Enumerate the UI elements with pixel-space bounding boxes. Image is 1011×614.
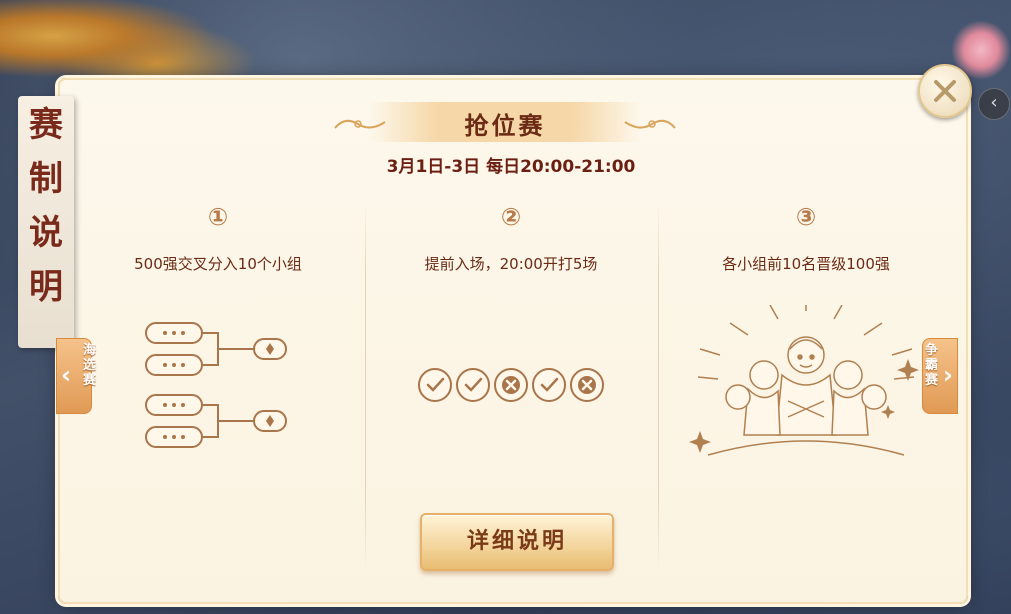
step-description: 500强交叉分入10个小组 [134,255,302,273]
step-number: ③ [795,203,817,231]
next-stage-tab[interactable]: 争霸赛 › [922,338,958,414]
detail-button[interactable]: 详细说明 [420,513,614,571]
side-title-char: 赛 [29,105,63,145]
background-flame-decoration [0,0,260,90]
match-win-icon [418,368,452,402]
side-title-char: 说 [29,213,63,253]
advancing-players-illustration [689,305,919,456]
step-number: ① [207,203,229,231]
schedule-text: 3月1日-3日 每日20:00-21:00 [386,157,636,177]
prev-stage-label: 海选赛 [83,343,97,388]
match-loss-icon [494,368,528,402]
match-loss-icon [570,368,604,402]
step-number: ② [500,203,522,231]
close-icon [934,80,956,102]
step-1: ① 500强交叉分入10个小组 [72,195,364,505]
prev-stage-tab[interactable]: ‹ 海选赛 [56,338,96,414]
close-button[interactable] [918,64,972,118]
step-description: 提前入场，20:00开打5场 [424,255,598,273]
side-collapse-arrow-icon[interactable]: ‹ [978,88,1010,120]
side-title-tab: 赛 制 说 明 [18,96,74,348]
page-title: 抢位赛 [464,111,546,140]
match-win-icon [532,368,566,402]
match-win-icon [456,368,490,402]
column-divider [658,200,659,570]
chevron-left-icon: ‹ [61,361,71,389]
step-2: ② 提前入场，20:00开打5场 [365,195,657,505]
match-results-illustration [418,368,604,402]
step-3: ③ 各小组前10名晋级100强 [660,195,952,505]
title-banner: 抢位赛 [310,100,700,144]
next-stage-label: 争霸赛 [925,343,939,388]
step-description: 各小组前10名晋级100强 [722,255,890,273]
side-title-char: 明 [29,267,63,307]
group-bracket-illustration [145,322,287,448]
chevron-right-icon: › [943,361,953,389]
